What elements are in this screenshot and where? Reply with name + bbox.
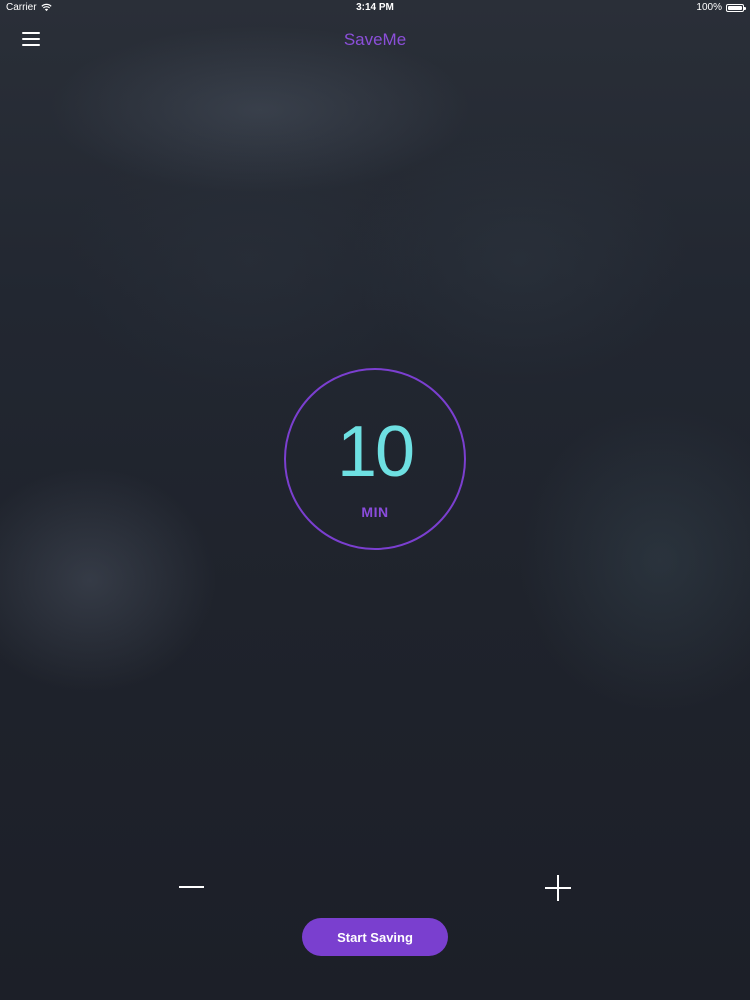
timer-value: 10 bbox=[336, 412, 415, 492]
increase-button[interactable] bbox=[543, 873, 573, 903]
timer-unit: MIN bbox=[361, 504, 389, 520]
minus-icon bbox=[179, 886, 204, 888]
status-time: 3:14 PM bbox=[356, 2, 394, 13]
app-title: SaveMe bbox=[343, 30, 407, 49]
plus-icon-vertical bbox=[557, 875, 559, 901]
status-right: 100% bbox=[696, 2, 746, 13]
timer-ring: 10 MIN bbox=[284, 368, 466, 550]
start-saving-button[interactable]: Start Saving bbox=[302, 918, 448, 956]
battery-percent: 100% bbox=[696, 2, 722, 13]
status-bar: Carrier 3:14 PM 100% bbox=[0, 0, 750, 16]
battery-fill bbox=[728, 5, 742, 10]
battery-icon bbox=[726, 3, 746, 12]
decrease-button[interactable] bbox=[176, 874, 208, 900]
